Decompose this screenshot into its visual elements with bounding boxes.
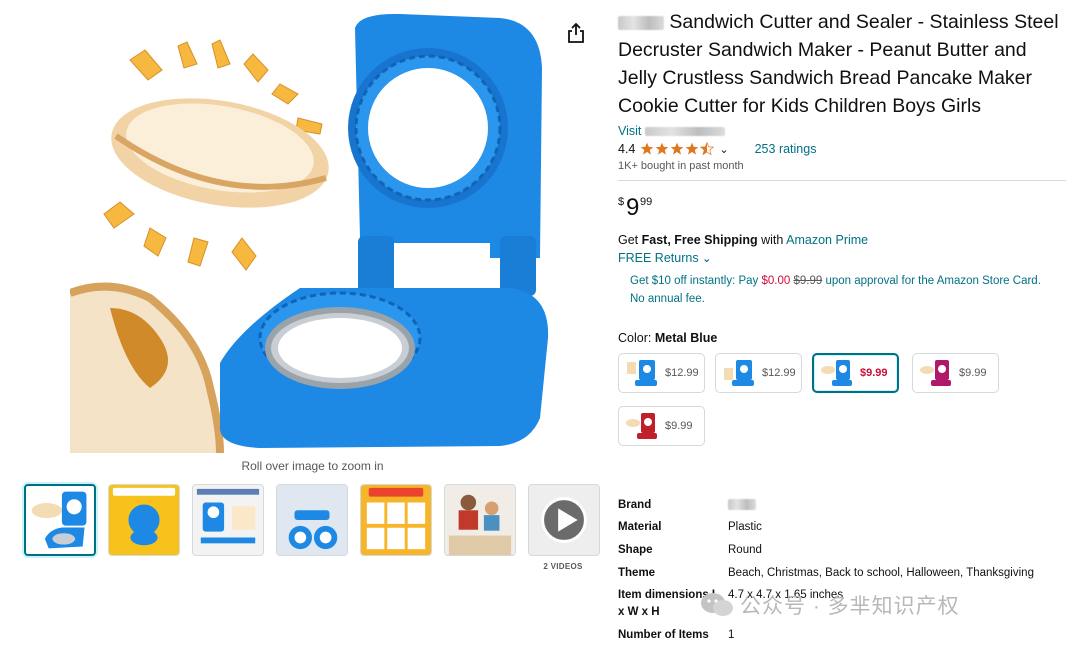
watermark: 公众号 · 多芈知识产权 bbox=[700, 590, 960, 620]
visit-store-link[interactable]: Visit bbox=[618, 124, 1068, 139]
product-title: Sandwich Cutter and Sealer - Stainless S… bbox=[618, 11, 1059, 117]
spec-row-theme: Theme Beach, Christmas, Back to school, … bbox=[618, 567, 1034, 579]
star-icon bbox=[641, 142, 654, 155]
swatch-image bbox=[626, 413, 657, 439]
thumbnail-image bbox=[31, 491, 87, 549]
thumbnail-image bbox=[361, 485, 431, 555]
swatch-option-2[interactable]: $12.99 bbox=[715, 353, 802, 393]
spec-row-number-of-items: Number of Items 1 bbox=[618, 629, 735, 641]
prime-link[interactable]: Amazon Prime bbox=[786, 233, 868, 247]
swatch-image bbox=[627, 360, 657, 386]
product-info: Sandwich Cutter and Sealer - Stainless S… bbox=[618, 8, 1068, 446]
spec-row-shape: Shape Round bbox=[618, 544, 762, 556]
rating-row: 4.4 ⌄ 253 ratings bbox=[618, 140, 1068, 158]
half-star-icon bbox=[700, 142, 715, 156]
redacted-store-name bbox=[644, 127, 725, 137]
thumbnail-image bbox=[529, 485, 599, 555]
thumbnail-4[interactable] bbox=[276, 484, 348, 556]
share-icon[interactable] bbox=[566, 22, 586, 44]
star-rating[interactable] bbox=[640, 142, 715, 156]
color-swatches: $12.99 $12.99 $9.99 $9.99 $9.99 bbox=[618, 353, 1068, 446]
free-returns-link[interactable]: FREE Returns ⌄ bbox=[618, 251, 1068, 265]
divider bbox=[618, 180, 1066, 181]
thumbnail-5[interactable] bbox=[360, 484, 432, 556]
price: $ 9 99 bbox=[618, 194, 653, 221]
shipping-info: Get Fast, Free Shipping with Amazon Prim… bbox=[618, 233, 869, 247]
swatch-image bbox=[724, 360, 754, 386]
main-product-image[interactable] bbox=[68, 8, 570, 454]
ratings-count-link[interactable]: 253 ratings bbox=[755, 142, 817, 156]
thumbnail-video[interactable] bbox=[528, 484, 600, 556]
store-card-offer[interactable]: Get $10 off instantly: Pay $0.00 $9.99 u… bbox=[618, 272, 1060, 308]
star-icon bbox=[686, 142, 699, 155]
thumbnail-1[interactable] bbox=[24, 484, 96, 556]
thumbnail-image bbox=[109, 485, 179, 555]
thumbnail-image bbox=[277, 485, 347, 555]
redacted-brand-value bbox=[728, 499, 756, 511]
rating-value: 4.4 bbox=[618, 142, 636, 156]
spec-row-material: Material Plastic bbox=[618, 521, 762, 533]
color-label: Color: Metal Blue bbox=[618, 331, 718, 345]
bought-count: 1K+ bought in past month bbox=[618, 160, 744, 172]
swatch-option-1[interactable]: $12.99 bbox=[618, 353, 705, 393]
swatch-option-3[interactable]: $9.99 bbox=[812, 353, 899, 393]
selected-color: Metal Blue bbox=[654, 331, 718, 345]
thumbnail-6[interactable] bbox=[444, 484, 516, 556]
zoom-hint: Roll over image to zoom in bbox=[241, 459, 384, 473]
swatch-option-4[interactable]: $9.99 bbox=[912, 353, 999, 393]
chevron-down-icon: ⌄ bbox=[702, 253, 712, 265]
thumbnail-3[interactable] bbox=[192, 484, 264, 556]
redacted-brand bbox=[618, 15, 664, 30]
swatch-image bbox=[920, 360, 951, 386]
videos-count-label: 2 VIDEOS bbox=[543, 562, 583, 571]
chevron-down-icon[interactable]: ⌄ bbox=[719, 143, 728, 156]
swatch-option-5[interactable]: $9.99 bbox=[618, 406, 705, 446]
spec-row-brand: Brand bbox=[618, 497, 1068, 514]
product-illustration bbox=[68, 13, 549, 454]
star-icon bbox=[656, 142, 669, 155]
swatch-image bbox=[821, 360, 852, 386]
thumbnail-image bbox=[193, 485, 263, 555]
thumbnail-2[interactable] bbox=[108, 484, 180, 556]
thumbnail-image bbox=[445, 485, 515, 555]
star-icon bbox=[671, 142, 684, 155]
wechat-icon bbox=[701, 593, 733, 616]
